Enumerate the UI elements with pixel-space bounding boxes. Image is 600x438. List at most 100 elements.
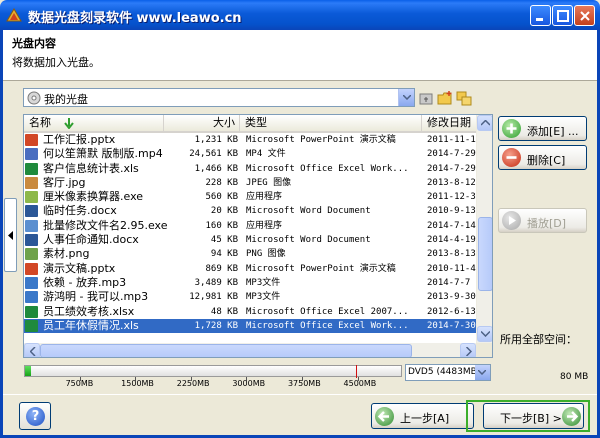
wizard-header: 光盘内容 将数据加入光盘。: [3, 30, 597, 81]
file-date: 2013-8-12: [427, 177, 476, 188]
file-row[interactable]: 演示文稿.pptx 869 KB Microsoft PowerPoint 演示文稿…: [24, 262, 476, 276]
file-date: 2014-7-30: [427, 320, 476, 331]
scroll-right-button[interactable]: [460, 343, 476, 357]
file-date: 2014-7-29: [427, 149, 476, 160]
file-name: 游鸿明 - 我可以.mp3: [43, 290, 149, 304]
collapse-panel-tab[interactable]: [4, 198, 17, 272]
scroll-down-button[interactable]: [477, 326, 492, 342]
file-name: 素材.png: [43, 247, 90, 261]
column-header-date[interactable]: 修改日期: [422, 115, 476, 132]
file-type: Microsoft Word Document: [246, 206, 371, 217]
file-row[interactable]: 游鸿明 - 我可以.mp3 12,981 KB MP3文件 2013-9-30: [24, 290, 476, 304]
file-name: 演示文稿.pptx: [43, 261, 116, 275]
space-used-value: 80 MB: [560, 372, 589, 382]
file-size: 48 KB: [210, 306, 238, 317]
word-icon: [25, 234, 38, 247]
horizontal-scroll-thumb[interactable]: [40, 344, 412, 357]
capacity-used-fill: [25, 366, 32, 376]
new-folder-icon[interactable]: [437, 90, 453, 106]
scroll-left-button[interactable]: [24, 343, 40, 357]
file-row[interactable]: 何以笙箫默 版制版.mp4 24,561 KB MP4 文件 2014-7-29: [24, 147, 476, 161]
file-row[interactable]: 批量修改文件名2.95.exe 160 KB 应用程序 2014-7-14: [24, 219, 476, 233]
file-row[interactable]: 厘米像素换算器.exe 560 KB 应用程序 2011-12-3: [24, 190, 476, 204]
file-size: 1,466 KB: [194, 163, 238, 174]
file-type: 应用程序: [246, 192, 283, 203]
file-type: Microsoft Office Excel 2007...: [246, 306, 409, 317]
back-button[interactable]: 上一步[A]: [371, 403, 474, 429]
file-size: 24,561 KB: [189, 149, 238, 160]
file-row[interactable]: 素材.png 94 KB PNG 图像 2013-8-13: [24, 247, 476, 261]
column-header-size[interactable]: 大小: [164, 115, 240, 132]
file-list[interactable]: 名称 大小 类型 修改日期 工作汇报.pptx 1,231 KB Microsoft…: [23, 114, 493, 358]
help-button[interactable]: ?: [19, 402, 51, 430]
page-subtitle: 将数据加入光盘。: [12, 56, 100, 69]
file-date: 2011-12-3: [427, 192, 476, 203]
chevron-down-icon: [478, 370, 486, 375]
file-name: 员工年休假情况.xls: [43, 318, 139, 332]
capacity-tick-label: 1500MB: [121, 379, 154, 388]
excel-icon: [25, 305, 38, 318]
next-button[interactable]: 下一步[B] >: [483, 403, 584, 429]
excel-icon: [25, 319, 38, 332]
file-size: 1,231 KB: [194, 135, 238, 145]
file-size: 45 KB: [210, 235, 238, 246]
title-bar[interactable]: 数据光盘刻录软件 www.leawo.cn: [0, 0, 600, 30]
maximize-button[interactable]: [552, 5, 573, 26]
disc-type-select[interactable]: DVD5 (4483MB): [405, 364, 491, 381]
disc-selector[interactable]: 我的光盘: [23, 88, 415, 107]
file-name: 工作汇报.pptx: [43, 133, 116, 146]
disc-selector-dropdown[interactable]: [398, 89, 414, 106]
plus-icon: [502, 119, 521, 138]
minimize-button[interactable]: [530, 5, 551, 26]
up-folder-icon[interactable]: [418, 90, 434, 106]
file-type: Microsoft Word Document: [246, 235, 371, 246]
file-size: 94 KB: [210, 249, 238, 260]
footer-separator: [3, 394, 597, 395]
column-header-type[interactable]: 类型: [240, 115, 422, 132]
chevron-left-icon: [8, 231, 13, 240]
column-header-name[interactable]: 名称: [24, 115, 164, 132]
close-button[interactable]: [574, 5, 595, 26]
delete-button[interactable]: 删除[C]: [498, 145, 587, 170]
maximize-icon: [557, 10, 569, 22]
chevron-left-icon: [30, 347, 36, 356]
vertical-scroll-thumb[interactable]: [478, 217, 492, 291]
file-type: MP3文件: [246, 277, 281, 288]
capacity-tick-label: 3000MB: [232, 379, 266, 388]
file-row[interactable]: 工作汇报.pptx 1,231 KB Microsoft PowerPoint 演示…: [24, 133, 476, 147]
file-row[interactable]: 依赖 - 放弃.mp3 3,489 KB MP3文件 2014-7-7: [24, 276, 476, 290]
scroll-up-button[interactable]: [477, 115, 492, 131]
capacity-bar: 750MB 1500MB 2250MB 3000MB 3750MB 4500MB: [24, 365, 402, 391]
word-icon: [25, 205, 38, 218]
file-row[interactable]: 客厅.jpg 228 KB JPEG 图像 2013-8-12: [24, 176, 476, 190]
file-size: 160 KB: [205, 220, 238, 231]
file-type: MP3文件: [246, 292, 281, 303]
file-name: 员工绩效考核.xlsx: [43, 304, 135, 318]
page-title: 光盘内容: [12, 37, 56, 50]
play-button[interactable]: 播放[D]: [498, 208, 587, 233]
scrollbar-corner: [476, 343, 492, 357]
file-type: MP4 文件: [246, 149, 286, 160]
file-row[interactable]: 客户信息统计表.xls 1,466 KB Microsoft Office Exce…: [24, 162, 476, 176]
help-icon: ?: [26, 407, 45, 426]
file-row[interactable]: 人事任命通知.docx 45 KB Microsoft Word Document 2…: [24, 233, 476, 247]
capacity-tick-label: 2250MB: [176, 379, 210, 388]
disc-type-dropdown[interactable]: [475, 365, 490, 380]
file-size: 228 KB: [205, 177, 238, 188]
file-row[interactable]: 员工年休假情况.xls 1,728 KB Microsoft Office Exce…: [24, 318, 476, 334]
file-date: 2013-8-13: [427, 249, 476, 260]
file-name: 人事任命通知.docx: [43, 233, 139, 247]
audio-icon: [25, 276, 38, 289]
list-header: 名称 大小 类型 修改日期: [24, 115, 476, 133]
add-button[interactable]: 添加[E] ...: [498, 116, 587, 141]
video-icon: [25, 148, 38, 161]
file-row[interactable]: 员工绩效考核.xlsx 48 KB Microsoft Office Excel 2…: [24, 305, 476, 319]
horizontal-scrollbar[interactable]: [24, 343, 476, 357]
file-date: 2012-6-13: [427, 306, 476, 317]
file-type: Microsoft Office Excel Work...: [246, 320, 409, 331]
vertical-scrollbar[interactable]: [476, 115, 492, 343]
folders-icon[interactable]: [456, 90, 472, 106]
file-row[interactable]: 临时任务.docx 20 KB Microsoft Word Document 201…: [24, 204, 476, 218]
file-type: Microsoft Office Excel Work...: [246, 163, 409, 174]
file-date: 2011-11-1: [427, 135, 476, 145]
